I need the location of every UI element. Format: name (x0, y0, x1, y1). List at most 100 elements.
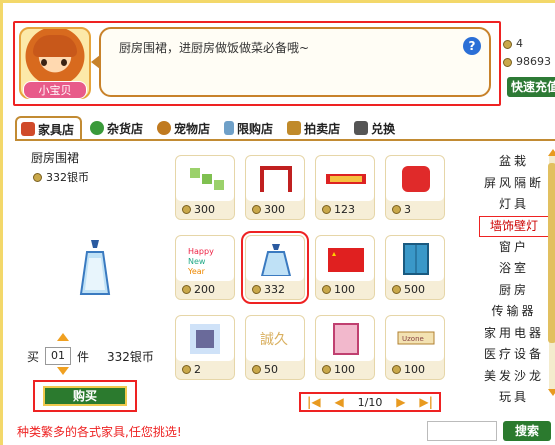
item-card[interactable]: 300 (245, 155, 305, 220)
category-item[interactable]: 浴室 (479, 258, 549, 280)
tab-label: 限购店 (237, 121, 274, 136)
dog-icon (157, 121, 172, 135)
red-banner-icon (326, 174, 366, 184)
item-price: 300 (252, 203, 285, 216)
shop-icon (354, 121, 369, 135)
next-page-arrow[interactable]: ▶ (396, 395, 405, 409)
pagination: |◀ ◀ 1/10 ▶ ▶| (299, 392, 441, 412)
blue-window-icon (403, 243, 429, 275)
item-price-text: 100 (334, 283, 355, 296)
item-card[interactable]: 100 (315, 235, 375, 300)
item-price-text: 200 (194, 283, 215, 296)
first-page-arrow[interactable]: |◀ (307, 395, 321, 409)
tab-pet[interactable]: 宠物店 (153, 116, 216, 140)
search-button[interactable]: 搜索 (503, 421, 551, 441)
category-item[interactable]: 医疗设备 (479, 344, 549, 366)
category-item[interactable]: 玩具 (479, 387, 549, 409)
quick-recharge-button[interactable]: 快速充值 (507, 77, 555, 97)
item-card[interactable]: Uzone 100 (385, 315, 445, 380)
help-icon[interactable]: ? (463, 37, 481, 55)
stat-row-b: 98693 (503, 53, 555, 71)
red-frame-icon (260, 166, 292, 192)
footer-message: 种类繁多的各式家具,任您挑选! (17, 425, 182, 439)
tab-auction[interactable]: 拍卖店 (283, 116, 346, 140)
npc-header: 小宝贝 厨房围裙，进厨房做饭做菜必备哦~ ? (13, 21, 501, 106)
coin-icon (392, 205, 401, 214)
color-letters-icon: HappyNewYear (187, 247, 214, 276)
tab-furniture[interactable]: 家具店 (15, 116, 83, 140)
coin-icon (322, 365, 331, 374)
prev-page-arrow[interactable]: ◀ (335, 395, 344, 409)
item-card[interactable]: 誠久 50 (245, 315, 305, 380)
scroll-down-arrow[interactable] (548, 389, 555, 396)
item-price: 300 (182, 203, 215, 216)
item-price-text: 300 (264, 203, 285, 216)
tab-grocery[interactable]: 杂货店 (86, 116, 149, 140)
npc-avatar: 小宝贝 (19, 27, 91, 99)
item-price: 200 (182, 283, 215, 296)
green-tiles-icon (190, 168, 224, 190)
category-item[interactable]: 美发沙龙 (479, 366, 549, 388)
page-indicator: 1/10 (357, 395, 383, 409)
avatar-eye-right (61, 59, 67, 66)
item-price: 2 (182, 363, 201, 376)
item-price: 100 (322, 363, 355, 376)
qty-total: 332银币 (107, 349, 154, 364)
item-price-text: 500 (404, 283, 425, 296)
item-card[interactable]: Happy New Year 200 (175, 235, 235, 300)
category-item[interactable]: 窗户 (479, 237, 549, 259)
home-icon (21, 122, 35, 136)
coin-icon (392, 365, 401, 374)
item-card[interactable]: 332 (241, 231, 309, 304)
item-price: 3 (392, 203, 411, 216)
last-page-arrow[interactable]: ▶| (419, 395, 433, 409)
category-item[interactable]: 灯具 (479, 194, 549, 216)
selected-item-price-text: 332银币 (46, 171, 89, 184)
category-item[interactable]: 盆栽 (479, 151, 549, 173)
item-price-text: 123 (334, 203, 355, 216)
apron-preview (79, 240, 111, 295)
qty-increase-arrow[interactable] (57, 333, 69, 341)
gold-word-icon: 誠久 (260, 332, 288, 348)
item-card[interactable]: 2 (175, 315, 235, 380)
coin-icon (392, 285, 401, 294)
item-card[interactable]: 500 (385, 235, 445, 300)
coin-icon (322, 205, 331, 214)
bottle-icon (224, 121, 235, 135)
category-item[interactable]: 家用电器 (479, 323, 549, 345)
quantity-input[interactable]: 01 (45, 347, 72, 365)
svg-text:Uzone: Uzone (402, 335, 424, 343)
item-price-text: 332 (264, 283, 285, 296)
scroll-up-arrow[interactable] (548, 149, 555, 156)
scrollbar-thumb[interactable] (548, 163, 555, 343)
tab-limited[interactable]: 限购店 (220, 116, 279, 140)
coin-icon (182, 205, 191, 214)
currency-stats: 4 98693 (503, 35, 555, 71)
item-price: 50 (252, 363, 278, 376)
tab-exchange[interactable]: 兑换 (350, 116, 401, 140)
item-price-text: 100 (404, 363, 425, 376)
avatar-name-label: 小宝贝 (23, 81, 87, 99)
pink-frame-icon (333, 323, 359, 355)
selected-item-price: 332银币 (33, 169, 89, 185)
category-item[interactable]: 厨房 (479, 280, 549, 302)
svg-text:New: New (188, 257, 206, 266)
item-card[interactable]: 100 (315, 315, 375, 380)
hammer-icon (287, 121, 302, 135)
buy-button[interactable]: 购买 (43, 386, 127, 406)
item-price-text: 50 (264, 363, 278, 376)
item-card[interactable]: 300 (175, 155, 235, 220)
item-card[interactable]: 3 (385, 155, 445, 220)
buy-highlight: 购买 (33, 380, 137, 412)
item-card[interactable]: 123 (315, 155, 375, 220)
category-item[interactable]: 屏风隔断 (479, 173, 549, 195)
avatar-hair (33, 35, 77, 57)
qty-decrease-arrow[interactable] (57, 367, 69, 375)
svg-text:Happy: Happy (188, 247, 214, 256)
sign-board-icon: Uzone (397, 331, 435, 345)
category-item[interactable]: 传输器 (479, 301, 549, 323)
stat-value-a: 4 (516, 37, 523, 50)
category-item-active[interactable]: 墙饰壁灯 (479, 215, 549, 237)
search-input[interactable] (427, 421, 497, 441)
coin-icon (322, 285, 331, 294)
